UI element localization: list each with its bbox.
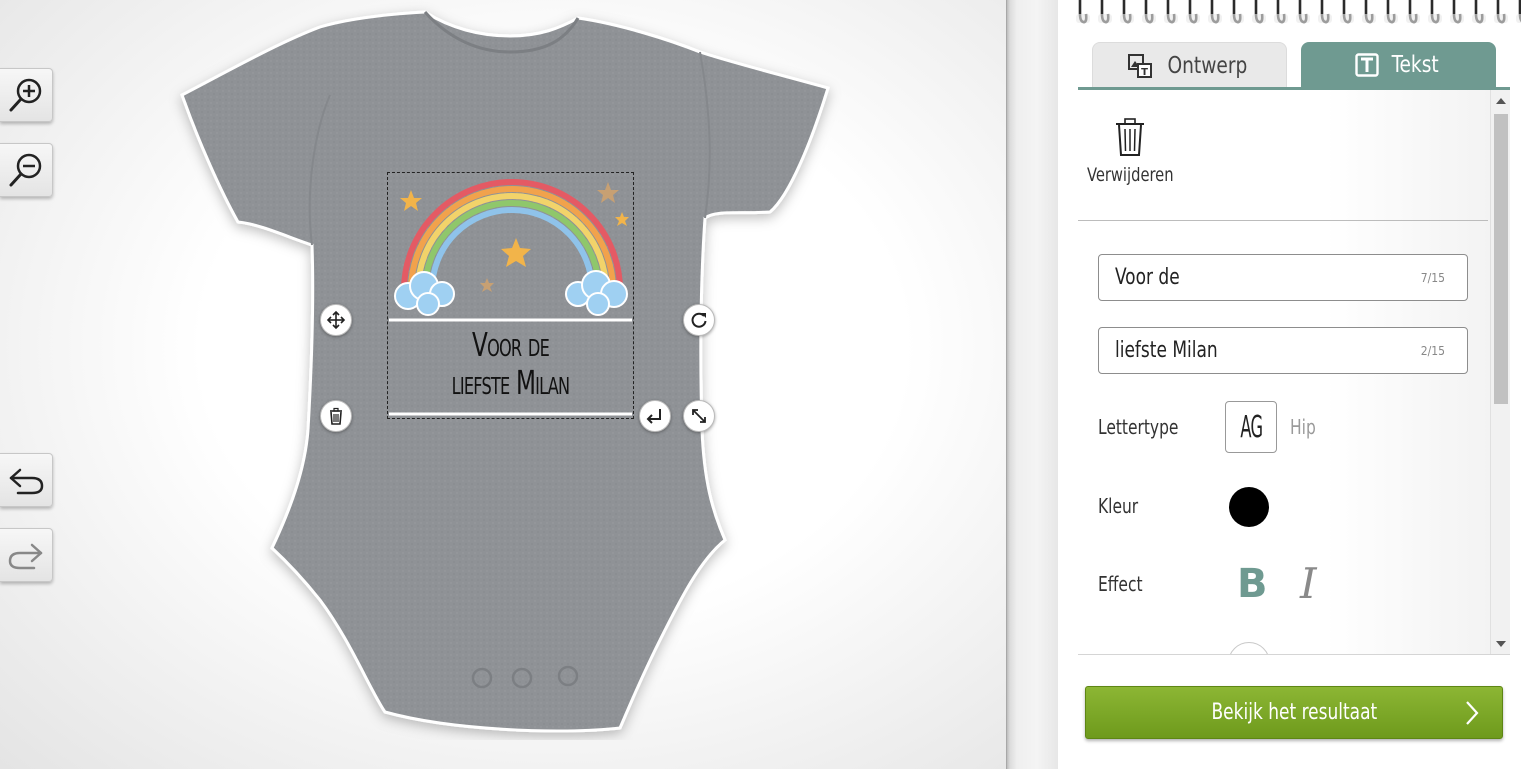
- return-arrow-icon: [646, 409, 661, 424]
- view-result-label: Bekijk het resultaat: [1211, 700, 1377, 725]
- footer-divider: [1078, 654, 1510, 655]
- rotate-icon: [691, 312, 707, 328]
- move-icon: [326, 310, 346, 330]
- scroll-thumb[interactable]: [1494, 114, 1508, 404]
- text-line-2-input[interactable]: liefste Milan 2/15: [1098, 327, 1468, 374]
- spiral-coil: [1164, 0, 1178, 24]
- chevron-right-icon: [1466, 701, 1479, 725]
- zoom-out-button[interactable]: [0, 143, 53, 197]
- spiral-coil: [1098, 0, 1112, 24]
- move-handle[interactable]: [320, 304, 352, 336]
- spiral-coil: [1120, 0, 1134, 24]
- delete-handle[interactable]: [320, 400, 352, 432]
- undo-button[interactable]: [0, 453, 53, 507]
- spiral-coil: [1384, 0, 1398, 24]
- design-canvas[interactable]: Voor de liefste Milan: [0, 0, 1006, 769]
- scroll-up-arrow-icon[interactable]: [1496, 98, 1506, 104]
- resize-icon: [692, 409, 706, 423]
- text-line-2-value: liefste Milan: [1115, 338, 1218, 363]
- spiral-coil: [1494, 0, 1508, 24]
- section-divider: [1078, 220, 1488, 221]
- italic-toggle[interactable]: I: [1300, 560, 1336, 608]
- text-line-2-counter: 2/15: [1420, 343, 1445, 358]
- spiral-coil: [1274, 0, 1288, 24]
- design-text-line-2: liefste Milan: [451, 363, 570, 402]
- color-label: Kleur: [1098, 494, 1139, 518]
- color-picker-swatch[interactable]: [1229, 487, 1269, 527]
- resize-handle[interactable]: [683, 400, 715, 432]
- spiral-coil: [1208, 0, 1222, 24]
- font-sample: AG: [1239, 409, 1263, 445]
- font-name: Hip: [1290, 415, 1316, 439]
- font-label: Lettertype: [1098, 415, 1179, 439]
- rotate-handle[interactable]: [683, 304, 715, 336]
- line-break-handle[interactable]: [639, 400, 671, 432]
- spiral-coil: [1186, 0, 1200, 24]
- spiral-coil: [1428, 0, 1442, 24]
- spiral-coil: [1516, 0, 1521, 23]
- undo-icon: [9, 468, 44, 495]
- redo-button[interactable]: [0, 528, 53, 582]
- spiral-coil: [1230, 0, 1244, 24]
- panel-scrollbar[interactable]: [1490, 90, 1510, 655]
- bold-toggle[interactable]: B: [1237, 560, 1273, 608]
- delete-label: Verwijderen: [1086, 164, 1174, 186]
- spiral-coil: [1296, 0, 1310, 24]
- spiral-coil: [1318, 0, 1332, 24]
- design-text[interactable]: Voor de liefste Milan: [416, 326, 606, 402]
- text-t-icon: [1355, 53, 1380, 77]
- tab-tekst-label: Tekst: [1391, 52, 1440, 78]
- spiral-coil: [1142, 0, 1156, 24]
- spiral-coil: [1362, 0, 1376, 24]
- spiral-coil: [1406, 0, 1420, 24]
- zoom-in-icon: [9, 78, 42, 112]
- view-result-button[interactable]: Bekijk het resultaat: [1085, 686, 1503, 739]
- zoom-in-button[interactable]: [0, 68, 53, 122]
- delete-text-button[interactable]: Verwijderen: [1082, 116, 1178, 196]
- text-line-1-input[interactable]: Voor de 7/15: [1098, 254, 1468, 301]
- panel-divider: [1006, 0, 1058, 769]
- scroll-down-arrow-icon[interactable]: [1496, 641, 1506, 647]
- tab-ontwerp-label: Ontwerp: [1167, 52, 1248, 79]
- design-text-line-1: Voor de: [472, 325, 550, 364]
- image-text-icon: T: [1128, 53, 1153, 78]
- spiral-coil: [1450, 0, 1464, 24]
- spiral-coil: [1076, 0, 1090, 24]
- font-picker-button[interactable]: AG: [1225, 401, 1277, 453]
- text-line-1-value: Voor de: [1115, 265, 1180, 290]
- spiral-coil: [1472, 0, 1486, 24]
- notebook-spiral: [1072, 0, 1521, 26]
- svg-text:T: T: [1141, 67, 1148, 78]
- trash-icon: [330, 407, 342, 425]
- spiral-coil: [1252, 0, 1266, 24]
- redo-icon: [8, 543, 43, 570]
- spiral-coil: [1340, 0, 1354, 24]
- trash-icon: [1116, 118, 1144, 156]
- zoom-out-icon: [9, 153, 42, 187]
- effect-label: Effect: [1098, 572, 1143, 596]
- text-line-1-counter: 7/15: [1420, 270, 1445, 285]
- tab-tekst[interactable]: Tekst: [1301, 42, 1496, 88]
- tab-ontwerp[interactable]: T Ontwerp: [1092, 42, 1287, 88]
